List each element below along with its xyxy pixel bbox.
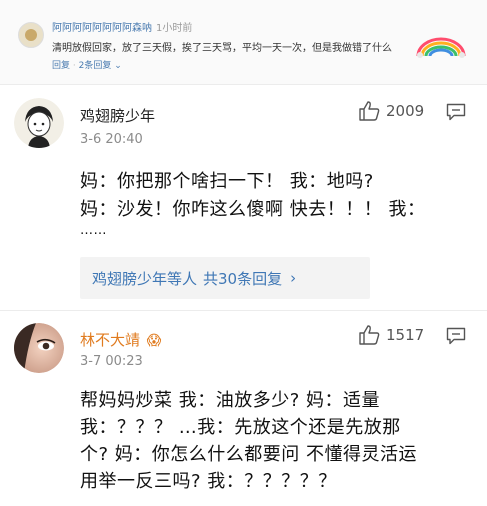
comment-2: 林不大靖 😱 3-7 00:23 1517 帮妈妈炒菜 我：油放多少? 妈：适量… — [0, 311, 487, 506]
rainbow-sticker-icon — [416, 37, 466, 58]
comment-time: 3-7 00:23 — [80, 354, 143, 369]
replies-summary-button[interactable]: 鸡翅膀少年等人 共30条回复 › — [80, 257, 370, 299]
like-count: 1517 — [386, 326, 425, 344]
top-comment-text: 清明放假回家，放了三天假，挨了三天骂，平均一天一次，但是我做错了什么 — [52, 43, 392, 54]
top-comment-avatar[interactable] — [18, 22, 44, 48]
comment-text-line: 个? 妈：你怎么什么都要问 不懂得灵活运 — [80, 444, 417, 465]
chevron-down-icon: ⌄ — [114, 61, 122, 71]
comment-text-line: 我：？？？ …我：先放这个还是先放那 — [80, 417, 401, 438]
top-comment-time: 1小时前 — [156, 23, 193, 34]
reply-icon[interactable] — [446, 327, 466, 345]
comment-text-line: 帮妈妈炒菜 我：油放多少? 妈：适量 — [80, 390, 380, 411]
like-count: 2009 — [386, 102, 425, 120]
comment-text-line: 妈：你把那个啥扫一下！ 我：地吗? — [80, 171, 374, 192]
top-comment: 阿阿阿阿阿阿阿阿森呐 1小时前 清明放假回家，放了三天假，挨了三天骂，平均一天一次… — [0, 0, 487, 84]
like-button[interactable]: 2009 — [358, 101, 424, 121]
comment-text-line: 用举一反三吗? 我：？？？？？ — [80, 471, 337, 492]
replies-names: 鸡翅膀少年等人 — [92, 269, 198, 288]
chevron-right-icon: › — [290, 269, 297, 287]
top-comment-reply-button[interactable]: 回复 — [52, 61, 70, 71]
username[interactable]: 鸡翅膀少年 — [80, 105, 155, 126]
shocked-emoji-icon: 😱 — [146, 333, 162, 349]
replies-total: 共30条回复 — [203, 269, 283, 288]
comment-text-line: …… — [80, 223, 107, 238]
avatar[interactable] — [14, 323, 64, 373]
thumbs-up-icon — [359, 101, 380, 121]
comment-1: 鸡翅膀少年 3-6 20:40 2009 妈：你把那个啥扫一下！ 我：地吗? 妈… — [0, 85, 487, 310]
username: 林不大靖 😱 — [80, 329, 161, 350]
username-text[interactable]: 林不大靖 — [80, 331, 140, 349]
like-button[interactable]: 1517 — [358, 325, 424, 345]
thumbs-up-icon — [359, 325, 380, 345]
comment-text-line: 妈：沙发！你咋这么傻啊 快去！！！ 我： — [80, 199, 426, 220]
top-comment-username[interactable]: 阿阿阿阿阿阿阿阿森呐 — [52, 23, 152, 34]
comment-time: 3-6 20:40 — [80, 132, 143, 147]
top-comment-replies-link[interactable]: 2条回复 — [79, 61, 112, 71]
avatar[interactable] — [14, 98, 64, 148]
reply-icon[interactable] — [446, 103, 466, 121]
